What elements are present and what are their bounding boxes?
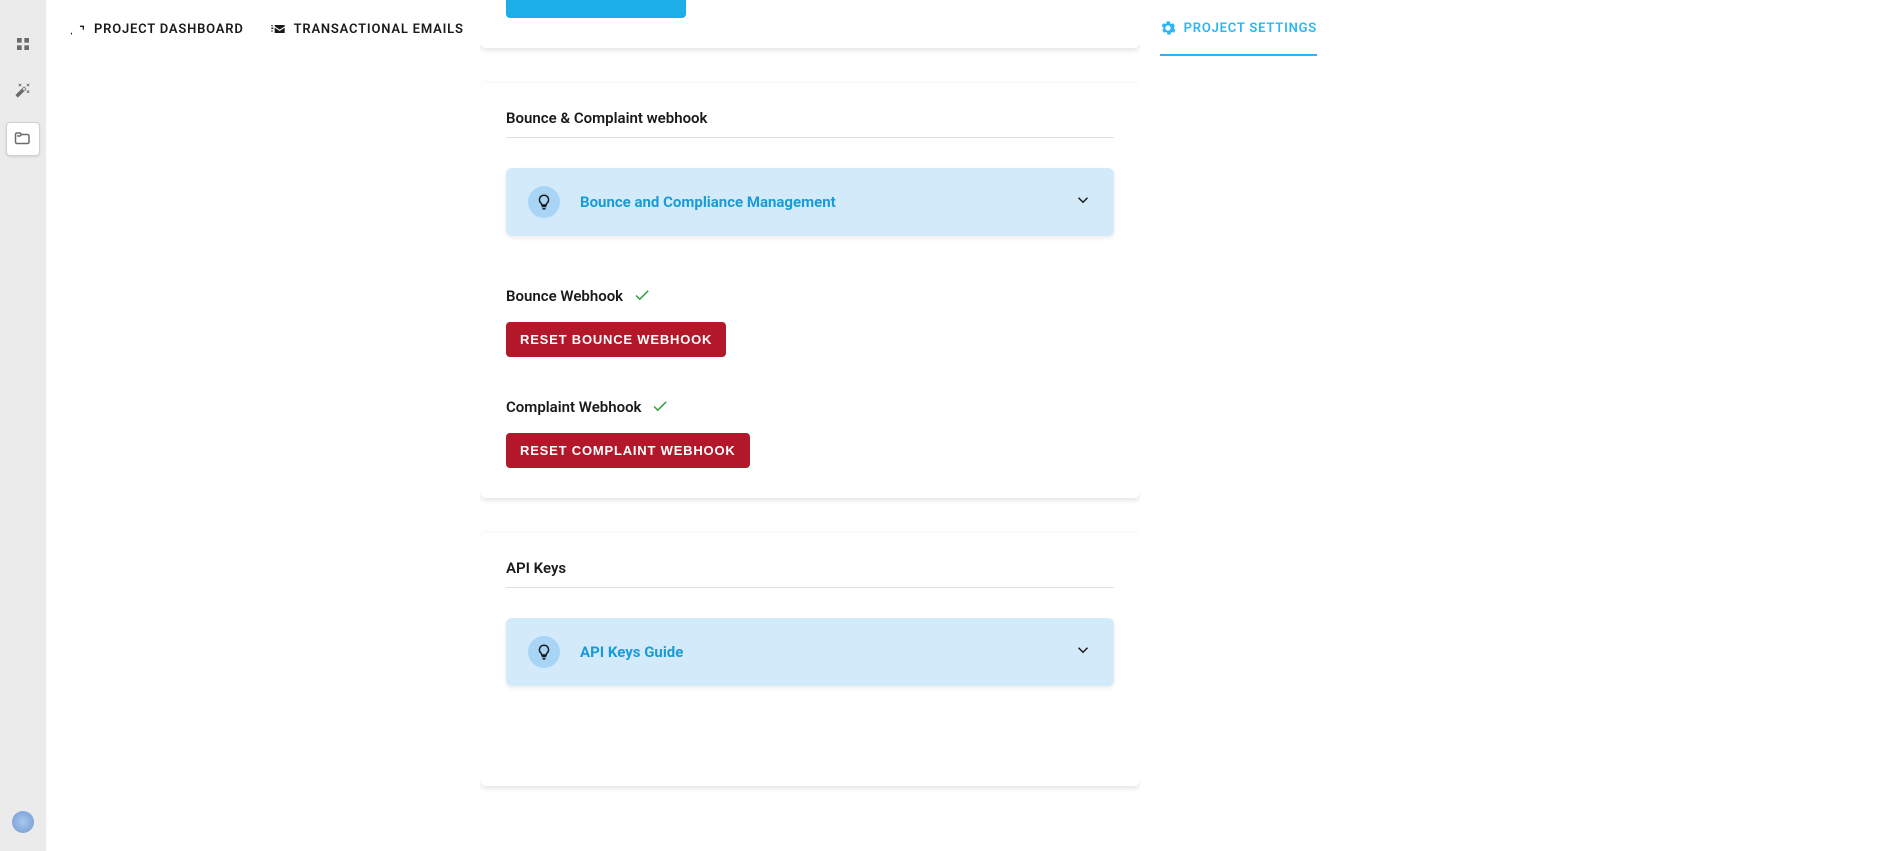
mail-icon xyxy=(270,21,286,37)
tip-api-keys-guide[interactable]: API Keys Guide xyxy=(506,618,1114,686)
wand-icon[interactable] xyxy=(9,76,37,104)
bounce-webhook-label: Bounce Webhook xyxy=(506,287,623,305)
lightbulb-icon xyxy=(528,186,560,218)
tip-bounce-compliance[interactable]: Bounce and Compliance Management xyxy=(506,168,1114,236)
reset-bounce-webhook-button[interactable]: RESET BOUNCE WEBHOOK xyxy=(506,322,726,357)
content-area: Bounce & Complaint webhook Bounce and Co… xyxy=(480,0,1140,851)
complaint-webhook-label: Complaint Webhook xyxy=(506,398,641,416)
nav-transactional-emails[interactable]: TRANSACTIONAL EMAILS xyxy=(270,3,464,55)
card-title-bounce: Bounce & Complaint webhook xyxy=(506,109,1114,138)
left-sidebar xyxy=(0,0,46,851)
chevron-down-icon xyxy=(1074,641,1092,663)
bounce-webhook-row: Bounce Webhook xyxy=(506,286,1114,308)
reset-complaint-webhook-button[interactable]: RESET COMPLAINT WEBHOOK xyxy=(506,433,750,468)
check-icon xyxy=(633,286,651,308)
chevron-down-icon xyxy=(1074,191,1092,213)
gear-icon xyxy=(1160,20,1176,36)
tip-label: Bounce and Compliance Management xyxy=(580,193,1054,211)
card-title-apikeys: API Keys xyxy=(506,559,1114,588)
check-icon xyxy=(651,397,669,419)
complaint-webhook-row: Complaint Webhook xyxy=(506,397,1114,419)
nav-label: PROJECT DASHBOARD xyxy=(94,22,244,37)
nav-label: TRANSACTIONAL EMAILS xyxy=(294,22,464,37)
dashboard-icon[interactable] xyxy=(9,30,37,58)
nav-label: PROJECT SETTINGS xyxy=(1184,21,1317,36)
tip-label: API Keys Guide xyxy=(580,643,1054,661)
nav-project-settings[interactable]: PROJECT SETTINGS xyxy=(1160,2,1317,56)
nav-project-dashboard[interactable]: PROJECT DASHBOARD xyxy=(70,3,244,55)
card-bounce-complaint: Bounce & Complaint webhook Bounce and Co… xyxy=(480,83,1140,498)
help-icon[interactable] xyxy=(12,811,34,833)
card-api-keys: API Keys API Keys Guide xyxy=(480,533,1140,786)
folder-icon[interactable] xyxy=(6,122,40,156)
blue-action-button[interactable] xyxy=(506,0,686,18)
chart-icon xyxy=(70,21,86,37)
card-peek-top xyxy=(480,0,1140,48)
lightbulb-icon xyxy=(528,636,560,668)
